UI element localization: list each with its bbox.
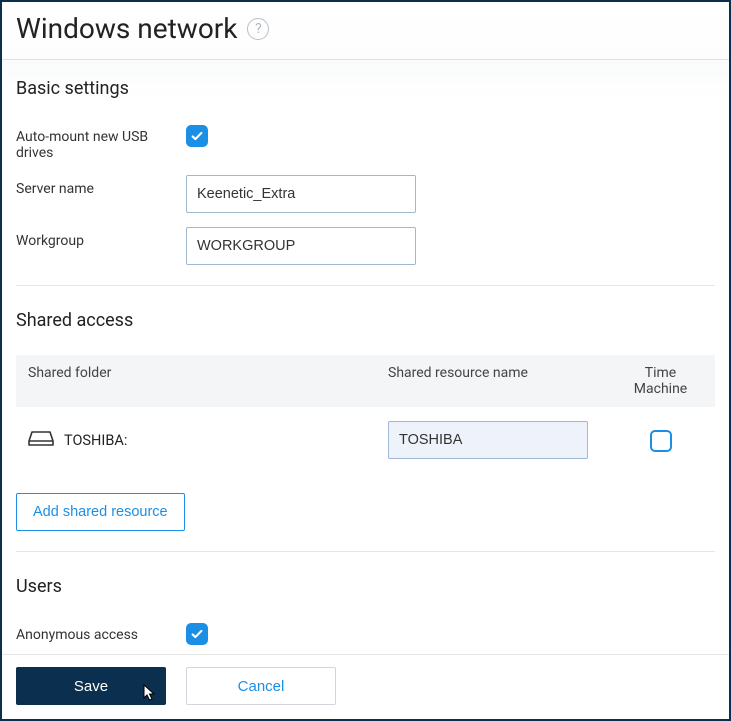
resource-cell: [388, 421, 618, 459]
save-button-label: Save: [74, 678, 108, 695]
check-icon: [190, 627, 204, 641]
page-title: Windows network: [16, 12, 237, 45]
workgroup-label: Workgroup: [16, 227, 186, 249]
section-title-users: Users: [16, 576, 715, 597]
table-header: Shared folder Shared resource name Time …: [16, 355, 715, 407]
time-machine-checkbox[interactable]: [650, 430, 672, 452]
settings-dialog: Windows network ? Basic settings Auto-mo…: [0, 0, 731, 721]
automount-checkbox[interactable]: [186, 125, 208, 147]
anonymous-label: Anonymous access: [16, 621, 186, 643]
content-area: Basic settings Auto-mount new USB drives…: [2, 60, 729, 654]
anonymous-checkbox[interactable]: [186, 623, 208, 645]
check-icon: [190, 129, 204, 143]
footer: Save Cancel: [2, 654, 729, 719]
shared-table: Shared folder Shared resource name Time …: [16, 355, 715, 477]
folder-cell[interactable]: TOSHIBA:: [28, 429, 388, 451]
titlebar: Windows network ?: [2, 2, 729, 60]
field-workgroup: Workgroup: [16, 227, 715, 265]
col-header-folder: Shared folder: [28, 365, 388, 397]
folder-name: TOSHIBA:: [64, 432, 127, 449]
divider: [16, 285, 715, 286]
help-icon[interactable]: ?: [247, 18, 269, 40]
tm-cell: [618, 428, 703, 452]
workgroup-input[interactable]: [186, 227, 416, 265]
cancel-button[interactable]: Cancel: [186, 667, 336, 705]
server-name-input[interactable]: [186, 175, 416, 213]
automount-label: Auto-mount new USB drives: [16, 123, 186, 161]
section-title-basic: Basic settings: [16, 78, 715, 99]
resource-name-input[interactable]: [388, 421, 588, 459]
field-automount: Auto-mount new USB drives: [16, 123, 715, 161]
drive-icon: [28, 429, 54, 451]
table-row: TOSHIBA:: [16, 407, 715, 477]
cursor-icon: [140, 683, 158, 707]
field-anonymous: Anonymous access: [16, 621, 715, 645]
section-title-shared: Shared access: [16, 310, 715, 331]
field-server-name: Server name: [16, 175, 715, 213]
save-button[interactable]: Save: [16, 667, 166, 705]
col-header-resource: Shared resource name: [388, 365, 618, 397]
col-header-tm: Time Machine: [618, 365, 703, 397]
divider: [16, 551, 715, 552]
add-shared-resource-button[interactable]: Add shared resource: [16, 493, 185, 531]
server-name-label: Server name: [16, 175, 186, 197]
